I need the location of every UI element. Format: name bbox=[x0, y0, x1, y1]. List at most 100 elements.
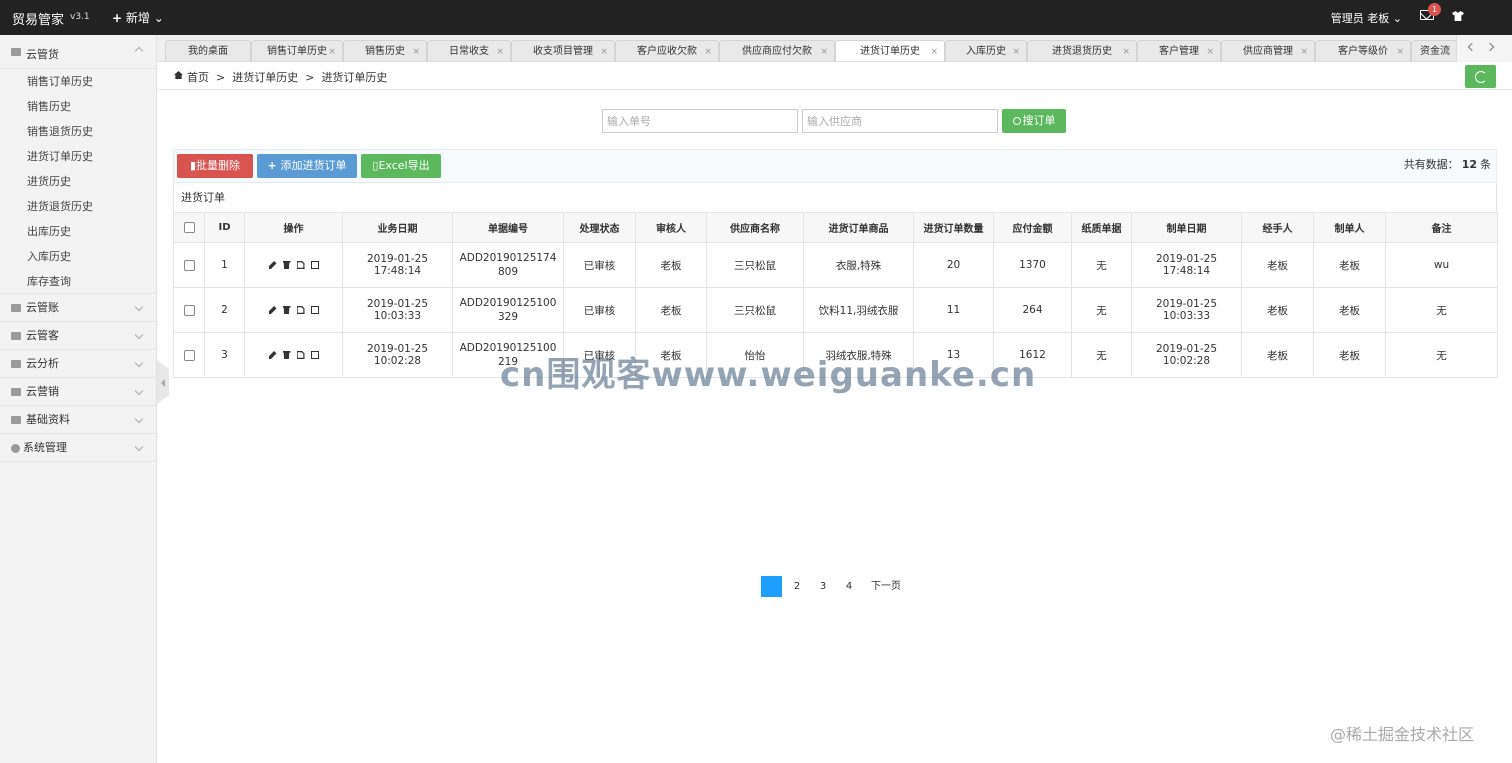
chevron-down-icon bbox=[134, 302, 144, 312]
tab-customer-level-price[interactable]: 客户等级价 × bbox=[1315, 40, 1411, 61]
breadcrumb-home[interactable]: 首页 bbox=[187, 71, 209, 84]
breadcrumb-level1[interactable]: 进货订单历史 bbox=[232, 71, 298, 84]
tab-daily-income-expense[interactable]: 日常收支 × bbox=[427, 40, 511, 61]
detail-icon[interactable] bbox=[310, 261, 319, 269]
sidebar-item-outbound-history[interactable]: 出库历史 bbox=[0, 219, 156, 244]
close-icon[interactable]: × bbox=[1396, 41, 1404, 61]
select-all-checkbox[interactable] bbox=[183, 221, 195, 233]
supplier-input[interactable] bbox=[802, 109, 998, 133]
excel-export-button[interactable]: ▯Excel导出 bbox=[361, 154, 441, 178]
edit-icon[interactable] bbox=[268, 351, 277, 359]
sidebar-group-system[interactable]: 系统管理 bbox=[0, 434, 156, 462]
column-header: 制单人 bbox=[1313, 212, 1386, 243]
app-brand[interactable]: 贸易管家 bbox=[12, 9, 64, 28]
detail-icon[interactable] bbox=[310, 306, 319, 314]
tab-supplier-payables[interactable]: 供应商应付欠款 × bbox=[719, 40, 835, 61]
add-order-label: 添加进货订单 bbox=[280, 159, 347, 172]
cell-made-date: 2019-01-25 10:03:33 bbox=[1131, 287, 1242, 333]
new-menu-button[interactable]: + 新增 ⌄ bbox=[112, 9, 164, 26]
close-icon[interactable]: × bbox=[496, 41, 504, 61]
sidebar-group-basic-data[interactable]: 基础资料 bbox=[0, 406, 156, 434]
trash-icon[interactable] bbox=[282, 306, 291, 314]
search-orders-button[interactable]: 搜订单 bbox=[1002, 109, 1066, 133]
edit-icon[interactable] bbox=[268, 261, 277, 269]
cell-actions bbox=[244, 287, 343, 333]
close-icon[interactable]: × bbox=[704, 41, 712, 61]
batch-delete-button[interactable]: ▮批量删除 bbox=[177, 154, 253, 178]
sidebar-item-sales-history[interactable]: 销售历史 bbox=[0, 94, 156, 119]
user-menu[interactable]: 管理员 老板 ⌄ bbox=[1331, 10, 1402, 26]
sidebar-group-analysis[interactable]: 云分析 bbox=[0, 350, 156, 378]
sidebar-item-purchase-history[interactable]: 进货历史 bbox=[0, 169, 156, 194]
sidebar-group-customers[interactable]: 云管客 bbox=[0, 322, 156, 350]
row-checkbox[interactable] bbox=[183, 349, 195, 361]
sidebar-group-label: 云管账 bbox=[26, 301, 59, 314]
page-3[interactable]: 3 bbox=[814, 576, 832, 597]
audit-icon[interactable] bbox=[296, 306, 305, 314]
close-icon[interactable]: × bbox=[820, 41, 828, 61]
page-2[interactable]: 2 bbox=[788, 576, 806, 597]
page-4[interactable]: 4 bbox=[840, 576, 858, 597]
close-icon[interactable]: × bbox=[1206, 41, 1214, 61]
detail-icon[interactable] bbox=[310, 351, 319, 359]
tab-sales-order-history[interactable]: 销售订单历史 × bbox=[251, 40, 343, 61]
tab-inbound-history[interactable]: 入库历史 × bbox=[945, 40, 1027, 61]
tab-label: 销售订单历史 bbox=[267, 46, 327, 57]
tab-customer-management[interactable]: 客户管理 × bbox=[1137, 40, 1221, 61]
sidebar-collapse-handle[interactable] bbox=[157, 360, 169, 404]
row-checkbox[interactable] bbox=[183, 259, 195, 271]
trash-icon[interactable] bbox=[282, 261, 291, 269]
sidebar-item-sales-order-history[interactable]: 销售订单历史 bbox=[0, 69, 156, 94]
refresh-button[interactable] bbox=[1465, 65, 1496, 88]
sidebar-group-label: 云营销 bbox=[26, 385, 59, 398]
cell-handler: 老板 bbox=[1241, 287, 1314, 333]
row-checkbox[interactable] bbox=[183, 304, 195, 316]
tab-customer-receivables[interactable]: 客户应收欠款 × bbox=[615, 40, 719, 61]
tab-sales-history[interactable]: 销售历史 × bbox=[343, 40, 427, 61]
table-title: 进货订单 bbox=[173, 183, 1497, 213]
audit-icon[interactable] bbox=[296, 351, 305, 359]
cell-maker: 老板 bbox=[1313, 242, 1386, 288]
cell-supplier: 三只松鼠 bbox=[706, 287, 804, 333]
column-header: 进货订单数量 bbox=[913, 212, 994, 243]
chevron-right-icon[interactable] bbox=[1485, 42, 1495, 52]
sidebar-group-goods[interactable]: 云管货 bbox=[0, 35, 156, 69]
sidebar-item-inbound-history[interactable]: 入库历史 bbox=[0, 244, 156, 269]
sidebar: 云管货 销售订单历史 销售历史 销售退货历史 进货订单历史 进货历史 进货退货历… bbox=[0, 35, 157, 763]
next-page-link[interactable]: 下一页 bbox=[866, 576, 906, 597]
tab-label: 收支项目管理 bbox=[533, 46, 593, 57]
close-icon[interactable]: × bbox=[1122, 41, 1130, 61]
chevron-left-icon[interactable] bbox=[1467, 42, 1477, 52]
close-icon[interactable]: × bbox=[930, 41, 938, 61]
close-icon[interactable]: × bbox=[412, 41, 420, 61]
tab-my-desktop[interactable]: 我的桌面 bbox=[165, 40, 251, 61]
tab-purchase-return-history[interactable]: 进货退货历史 × bbox=[1027, 40, 1137, 61]
skin-icon[interactable] bbox=[1452, 11, 1464, 21]
mail-badge: 1 bbox=[1428, 3, 1441, 16]
sidebar-item-stock-query[interactable]: 库存查询 bbox=[0, 269, 156, 294]
column-header: 审核人 bbox=[635, 212, 707, 243]
page-1-current[interactable]: 1 bbox=[761, 576, 782, 597]
sidebar-item-sales-return-history[interactable]: 销售退货历史 bbox=[0, 119, 156, 144]
trash-icon[interactable] bbox=[282, 351, 291, 359]
edit-icon[interactable] bbox=[268, 306, 277, 314]
close-icon[interactable]: × bbox=[600, 41, 608, 61]
close-icon[interactable]: × bbox=[1300, 41, 1308, 61]
cell-business-date: 2019-01-25 10:03:33 bbox=[342, 287, 453, 333]
cell-order-code: ADD20190125174809 bbox=[452, 242, 564, 288]
sidebar-item-purchase-order-history[interactable]: 进货订单历史 bbox=[0, 144, 156, 169]
close-icon[interactable]: × bbox=[1012, 41, 1020, 61]
sidebar-group-marketing[interactable]: 云营销 bbox=[0, 378, 156, 406]
add-purchase-order-button[interactable]: + 添加进货订单 bbox=[257, 154, 357, 178]
order-number-input[interactable] bbox=[602, 109, 798, 133]
audit-icon[interactable] bbox=[296, 261, 305, 269]
tab-label: 入库历史 bbox=[966, 46, 1006, 57]
column-header: 处理状态 bbox=[563, 212, 636, 243]
sidebar-item-purchase-return-history[interactable]: 进货退货历史 bbox=[0, 194, 156, 219]
tab-supplier-management[interactable]: 供应商管理 × bbox=[1221, 40, 1315, 61]
cell-goods: 饮料11,羽绒衣服 bbox=[803, 287, 914, 333]
close-icon[interactable]: × bbox=[328, 41, 336, 61]
tab-income-item-management[interactable]: 收支项目管理 × bbox=[511, 40, 615, 61]
sidebar-group-accounts[interactable]: 云管账 bbox=[0, 294, 156, 322]
tab-purchase-order-history[interactable]: 进货订单历史 × bbox=[835, 40, 945, 61]
